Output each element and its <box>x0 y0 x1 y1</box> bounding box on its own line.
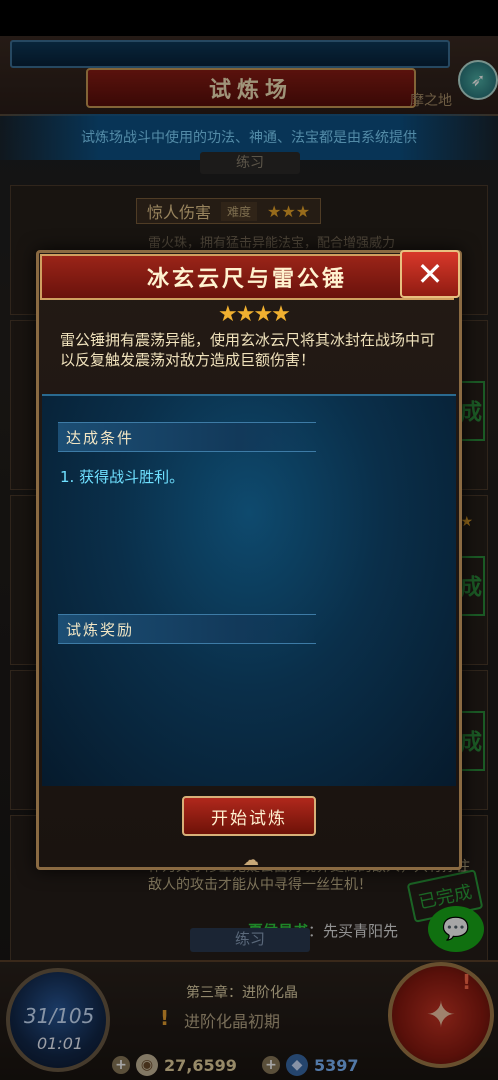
dialog-title: 冰玄云尺与雷公锤 <box>146 266 347 292</box>
start-trial-button[interactable]: 开始试炼 <box>182 796 316 836</box>
dialog-panel <box>42 394 456 786</box>
conditions-title: 达成条件 <box>66 428 135 447</box>
conditions-header: 达成条件 <box>58 422 316 452</box>
status-bar <box>0 0 498 36</box>
dialog-stars: ★★★★ <box>218 302 291 327</box>
dialog-header: 冰玄云尺与雷公锤 <box>40 254 454 300</box>
dialog-description: 雷公锤拥有震荡异能，使用玄冰云尺将其冰封在战场中可以反复触发震荡对敌方造成巨额伤… <box>60 331 436 369</box>
rewards-header: 试炼奖励 <box>58 614 316 644</box>
condition-item: 1. 获得战斗胜利。 <box>60 468 185 486</box>
rewards-title: 试炼奖励 <box>66 620 135 639</box>
cloud-ornament-icon: ☁ <box>243 850 259 869</box>
close-icon[interactable]: ✕ <box>400 250 460 298</box>
start-trial-label: 开始试炼 <box>211 808 287 829</box>
